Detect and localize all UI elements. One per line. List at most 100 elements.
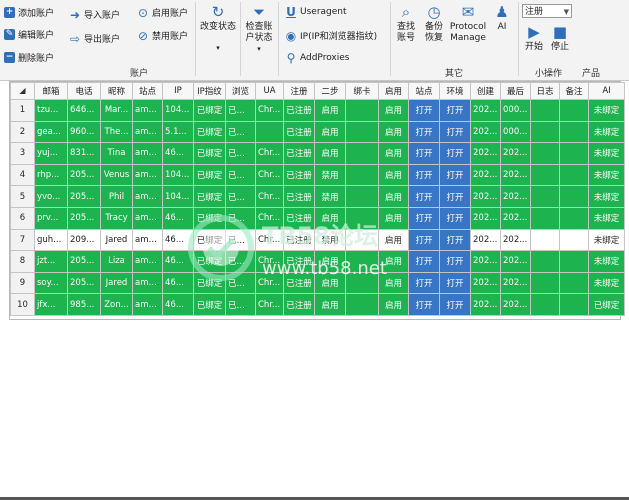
open-site-button[interactable]: 打开: [408, 163, 440, 187]
open-env-button[interactable]: 打开: [439, 185, 471, 208]
cell-log: [530, 120, 560, 144]
cell-nick: Tracy: [100, 206, 133, 230]
open-site-button[interactable]: 打开: [408, 206, 440, 230]
disable-account-button[interactable]: ⊘ 禁用账户: [137, 29, 188, 43]
start-button[interactable]: ▶ 开始: [522, 24, 546, 53]
row-number: 7: [10, 228, 35, 252]
open-site-button[interactable]: 打开: [408, 120, 440, 144]
column-header[interactable]: 启用: [378, 82, 409, 100]
row-number: 10: [10, 293, 35, 316]
cell-nick: Zon...: [100, 293, 133, 316]
column-header[interactable]: 创建: [470, 82, 501, 100]
cell-note: [559, 206, 589, 230]
status-combobox[interactable]: 注册 ▼: [522, 4, 572, 18]
column-header[interactable]: 站点: [132, 82, 163, 100]
column-header[interactable]: 最后: [500, 82, 531, 100]
column-header[interactable]: 电话: [67, 82, 101, 100]
other-group-label: 其它: [445, 69, 464, 79]
column-header[interactable]: 注册: [283, 82, 315, 100]
ai-button[interactable]: ♟ AI: [490, 4, 514, 33]
column-header[interactable]: 绑卡: [345, 82, 379, 100]
table-row[interactable]: 10 jfx... 985... Zon... ama... 46... 已绑定 已绑定 Chr…: [10, 293, 625, 316]
mail-icon: ✉: [461, 3, 475, 21]
table-row[interactable]: 7 guh... 209... Jared ama... 46... 已绑定 已绑定 Chr..…: [10, 228, 625, 252]
cell-card: [345, 293, 379, 316]
column-header[interactable]: 邮箱: [34, 82, 68, 100]
add-account-button[interactable]: + 添加账户: [4, 6, 54, 19]
table-row[interactable]: 8 jzt... 205... Liza ama... 46... 已绑定 已绑定 Chr...…: [10, 250, 625, 273]
table-row[interactable]: 3 yuj... 831... Tina ama... 46... 已绑定 已绑定 Chr...…: [10, 142, 625, 165]
open-env-button[interactable]: 打开: [439, 271, 471, 295]
change-status-button[interactable]: ↻ 改变状态 ▾: [198, 4, 238, 54]
useragent-button[interactable]: U Useragent: [285, 6, 346, 18]
cell-ipfp: 已绑定: [193, 185, 226, 208]
edit-account-button[interactable]: ✎ 编辑账户: [4, 28, 54, 41]
cell-email: prv...: [34, 206, 68, 230]
cell-last: 202...: [500, 185, 531, 208]
cell-ai: 已绑定: [588, 293, 625, 316]
sort-triangle-icon: ◢: [19, 86, 26, 95]
table-row[interactable]: 2 gea... 960... The... ama... 5.1... 已绑定 已绑定 已注册…: [10, 120, 625, 144]
column-header[interactable]: AI: [588, 82, 625, 100]
product-group-label: 产品: [582, 69, 601, 79]
add-proxies-button[interactable]: ⚲ AddProxies: [285, 52, 350, 64]
cell-nick: Liza: [100, 250, 133, 273]
column-header[interactable]: 昵称: [100, 82, 133, 100]
protocol-manage-button[interactable]: ✉ Protocol Manage: [449, 4, 487, 44]
column-header[interactable]: 环境: [439, 82, 471, 100]
header-corner: ◢: [10, 82, 35, 100]
open-site-button[interactable]: 打开: [408, 271, 440, 295]
open-env-button[interactable]: 打开: [439, 206, 471, 230]
open-env-button[interactable]: 打开: [439, 163, 471, 187]
cell-created: 202...: [470, 120, 501, 144]
column-header[interactable]: IP指纹: [193, 82, 226, 100]
import-account-button[interactable]: ➜ 导入账户: [69, 8, 120, 22]
open-site-button[interactable]: 打开: [408, 228, 440, 252]
column-header[interactable]: 浏览: [225, 82, 256, 100]
stop-button[interactable]: ■ 停止: [548, 24, 572, 53]
cell-ip: 46...: [162, 250, 194, 273]
table-row[interactable]: 5 yvo... 205... Phil ama... 104... 已绑定 已绑定 Chr..…: [10, 185, 625, 208]
cell-card: [345, 99, 379, 122]
column-header[interactable]: 备注: [559, 82, 589, 100]
cell-ip: 46...: [162, 271, 194, 295]
cell-ua: Chr...: [255, 228, 284, 252]
column-header[interactable]: 站点: [408, 82, 440, 100]
open-env-button[interactable]: 打开: [439, 120, 471, 144]
cell-email: rhp...: [34, 163, 68, 187]
check-circle-icon: ⊙: [137, 5, 149, 20]
open-env-button[interactable]: 打开: [439, 142, 471, 165]
find-account-button[interactable]: ⌕ 查找账号: [393, 4, 419, 44]
delete-account-button[interactable]: − 删除账户: [4, 51, 54, 64]
cell-two: 启用: [314, 250, 346, 273]
open-site-button[interactable]: 打开: [408, 250, 440, 273]
cell-two: 禁用: [314, 163, 346, 187]
open-site-button[interactable]: 打开: [408, 99, 440, 122]
ip-fingerprint-button[interactable]: ◉ IP(IP和浏览器指纹): [285, 29, 377, 43]
table-row[interactable]: 9 soy... 205... Jared ama... 46... 已绑定 已绑定 Chr..…: [10, 271, 625, 295]
column-header[interactable]: 二步: [314, 82, 346, 100]
table-row[interactable]: 4 rhp... 205... Venus ama... 104... 已绑定 已绑定 Chr.…: [10, 163, 625, 187]
table-row[interactable]: 1 tzu... 646... Mar... ama... 104... 已绑定 已绑定 Chr…: [10, 99, 625, 122]
backup-restore-button[interactable]: ◷ 备份恢复: [421, 4, 447, 44]
open-site-button[interactable]: 打开: [408, 142, 440, 165]
open-env-button[interactable]: 打开: [439, 293, 471, 316]
export-account-button[interactable]: ⇨ 导出账户: [69, 31, 120, 46]
export-icon: ⇨: [69, 31, 81, 46]
column-header[interactable]: IP: [162, 82, 194, 100]
check-status-button[interactable]: ⏷ 检查账户状态 ▾: [242, 4, 276, 55]
table-row[interactable]: 6 prv... 205... Tracy ama... 46... 已绑定 已绑定 Chr..…: [10, 206, 625, 230]
cell-ua: Chr...: [255, 185, 284, 208]
column-header[interactable]: UA: [255, 82, 284, 100]
open-site-button[interactable]: 打开: [408, 293, 440, 316]
open-site-button[interactable]: 打开: [408, 185, 440, 208]
cell-ua: Chr...: [255, 271, 284, 295]
open-env-button[interactable]: 打开: [439, 250, 471, 273]
plus-icon: +: [4, 7, 15, 18]
column-header[interactable]: 日志: [530, 82, 560, 100]
enable-account-button[interactable]: ⊙ 启用账户: [137, 5, 188, 20]
open-env-button[interactable]: 打开: [439, 99, 471, 122]
cell-created: 202...: [470, 293, 501, 316]
cell-ai: 未绑定: [588, 163, 625, 187]
open-env-button[interactable]: 打开: [439, 228, 471, 252]
